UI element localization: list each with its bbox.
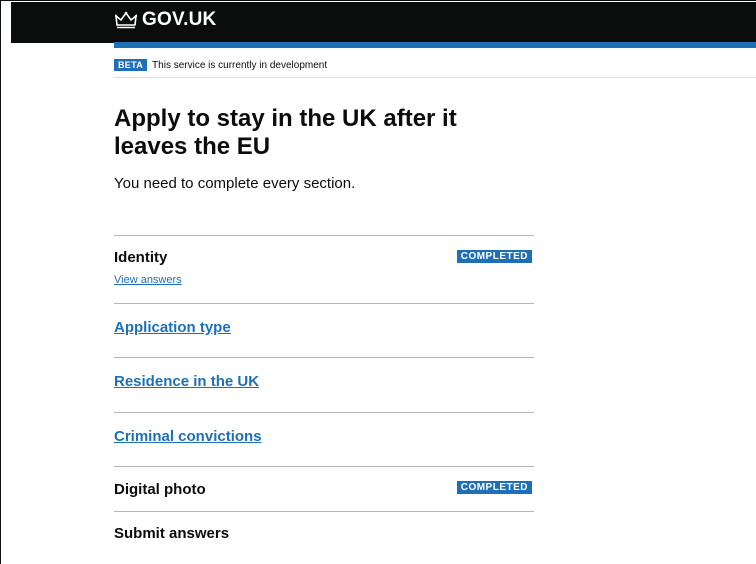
page-title: Apply to stay in the UK after it leaves … <box>114 105 457 160</box>
logo-text: GOV.UK <box>142 9 217 30</box>
task-digital-photo: Digital photo COMPLETED <box>114 466 534 511</box>
application-type-link[interactable]: Application type <box>114 319 231 336</box>
beta-tag: BETA <box>114 59 148 71</box>
phase-banner: BETA This service is currently in develo… <box>114 53 756 78</box>
task-name-digital-photo: Digital photo <box>114 481 206 498</box>
criminal-convictions-link[interactable]: Criminal convictions <box>114 428 262 445</box>
task-name-identity: Identity <box>114 249 168 266</box>
task-name-submit-answers: Submit answers <box>114 525 230 542</box>
task-submit-answers: Submit answers <box>114 511 534 561</box>
page-intro: You need to complete every section. <box>114 175 356 192</box>
phase-banner-text: This service is currently in development <box>152 59 328 71</box>
task-application-type[interactable]: Application type <box>114 303 534 357</box>
crown-icon <box>114 10 138 30</box>
view-answers-link[interactable]: View answers <box>114 274 182 286</box>
task-identity: Identity View answers COMPLETED <box>114 235 534 303</box>
task-criminal-convictions[interactable]: Criminal convictions <box>114 412 534 466</box>
task-list: Identity View answers COMPLETED Applicat… <box>114 235 534 561</box>
browser-frame: GOV.UK BETA This service is currently in… <box>0 0 756 564</box>
govuk-logo-link[interactable]: GOV.UK <box>114 9 216 31</box>
status-badge-digital-photo: COMPLETED <box>456 481 532 494</box>
task-residence[interactable]: Residence in the UK <box>114 357 534 412</box>
header-blue-bar <box>114 42 756 48</box>
status-badge-identity: COMPLETED <box>456 250 532 263</box>
residence-in-uk-link[interactable]: Residence in the UK <box>114 373 259 390</box>
